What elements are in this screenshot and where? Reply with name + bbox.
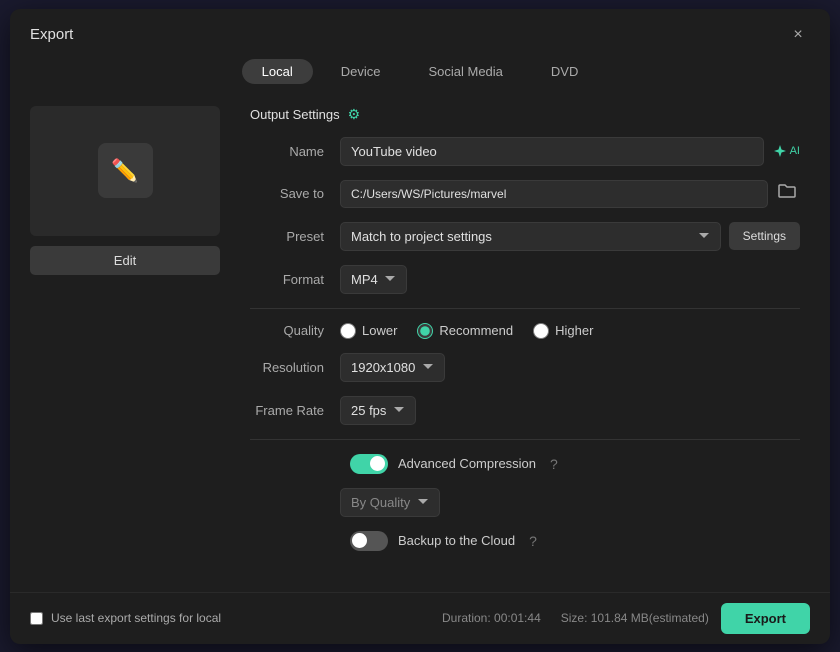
by-quality-select[interactable]: By Quality bbox=[340, 488, 440, 517]
quality-label: Quality bbox=[250, 323, 340, 338]
save-to-row: Save to bbox=[250, 180, 800, 208]
advanced-compression-label: Advanced Compression bbox=[398, 456, 536, 471]
quality-lower-label: Lower bbox=[362, 323, 397, 338]
advanced-compression-help-icon[interactable]: ? bbox=[550, 456, 558, 472]
tab-device[interactable]: Device bbox=[321, 59, 401, 84]
advanced-compression-row: Advanced Compression ? bbox=[250, 454, 800, 474]
pencil-icon: ✏️ bbox=[111, 158, 138, 184]
tab-social-media[interactable]: Social Media bbox=[408, 59, 522, 84]
output-settings-panel: Output Settings ⚙ Name AI Sa bbox=[250, 96, 810, 592]
preview-panel: ✏️ Edit bbox=[30, 96, 230, 592]
format-select[interactable]: MP4 bbox=[340, 265, 407, 294]
format-label: Format bbox=[250, 272, 340, 287]
quality-recommend[interactable]: Recommend bbox=[417, 323, 513, 339]
edit-icon-container: ✏️ bbox=[98, 143, 153, 198]
save-to-container bbox=[340, 180, 800, 208]
tab-dvd[interactable]: DVD bbox=[531, 59, 598, 84]
footer-info: Duration: 00:01:44 Size: 101.84 MB(estim… bbox=[233, 611, 709, 625]
backup-cloud-label: Backup to the Cloud bbox=[398, 533, 515, 548]
use-last-settings-check[interactable]: Use last export settings for local bbox=[30, 611, 221, 625]
dialog-header: Export × bbox=[10, 9, 830, 47]
quality-higher-radio[interactable] bbox=[533, 323, 549, 339]
quality-recommend-label: Recommend bbox=[439, 323, 513, 338]
edit-button[interactable]: Edit bbox=[30, 246, 220, 275]
backup-cloud-help-icon[interactable]: ? bbox=[529, 533, 537, 549]
size-info: Size: 101.84 MB(estimated) bbox=[561, 611, 709, 625]
output-settings-header: Output Settings ⚙ bbox=[250, 106, 800, 123]
resolution-row: Resolution 1920x1080 bbox=[250, 353, 800, 382]
quality-options: Lower Recommend Higher bbox=[340, 323, 800, 339]
quality-higher-label: Higher bbox=[555, 323, 593, 338]
toggle-slider bbox=[350, 454, 388, 474]
by-quality-container: By Quality bbox=[340, 488, 800, 517]
format-container: MP4 bbox=[340, 265, 800, 294]
backup-cloud-row: Backup to the Cloud ? bbox=[250, 531, 800, 551]
quality-recommend-radio[interactable] bbox=[417, 323, 433, 339]
preset-container: Match to project settings Settings bbox=[340, 222, 800, 251]
quality-lower-radio[interactable] bbox=[340, 323, 356, 339]
backup-cloud-toggle[interactable] bbox=[350, 531, 388, 551]
frame-rate-row: Frame Rate 25 fps bbox=[250, 396, 800, 425]
divider-1 bbox=[250, 308, 800, 309]
name-input-container: AI bbox=[340, 137, 800, 166]
ai-button[interactable]: AI bbox=[772, 143, 800, 159]
format-row: Format MP4 bbox=[250, 265, 800, 294]
main-content: ✏️ Edit Output Settings ⚙ Name bbox=[10, 96, 830, 592]
resolution-label: Resolution bbox=[250, 360, 340, 375]
name-label: Name bbox=[250, 144, 340, 159]
use-last-settings-checkbox[interactable] bbox=[30, 612, 43, 625]
name-row: Name AI bbox=[250, 137, 800, 166]
by-quality-row: By Quality bbox=[340, 488, 800, 517]
save-to-input[interactable] bbox=[340, 180, 768, 208]
export-button[interactable]: Export bbox=[721, 603, 810, 634]
resolution-select[interactable]: 1920x1080 bbox=[340, 353, 445, 382]
preset-row: Preset Match to project settings Setting… bbox=[250, 222, 800, 251]
preset-select[interactable]: Match to project settings bbox=[340, 222, 721, 251]
preview-thumbnail: ✏️ bbox=[30, 106, 220, 236]
backup-toggle-slider bbox=[350, 531, 388, 551]
folder-button[interactable] bbox=[774, 181, 800, 206]
tab-bar: Local Device Social Media DVD bbox=[10, 47, 830, 96]
output-settings-icon: ⚙ bbox=[348, 106, 361, 123]
footer: Use last export settings for local Durat… bbox=[10, 592, 830, 644]
preset-label: Preset bbox=[250, 229, 340, 244]
quality-lower[interactable]: Lower bbox=[340, 323, 397, 339]
close-button[interactable]: × bbox=[786, 23, 810, 47]
advanced-compression-toggle[interactable] bbox=[350, 454, 388, 474]
duration-info: Duration: 00:01:44 bbox=[442, 611, 541, 625]
save-to-label: Save to bbox=[250, 186, 340, 201]
quality-row: Quality Lower Recommend Higher bbox=[250, 323, 800, 339]
output-settings-title: Output Settings bbox=[250, 107, 340, 122]
settings-button[interactable]: Settings bbox=[729, 222, 800, 250]
frame-rate-select[interactable]: 25 fps bbox=[340, 396, 416, 425]
resolution-container: 1920x1080 bbox=[340, 353, 800, 382]
ai-label: AI bbox=[790, 145, 800, 157]
frame-rate-label: Frame Rate bbox=[250, 403, 340, 418]
divider-2 bbox=[250, 439, 800, 440]
use-last-settings-label: Use last export settings for local bbox=[51, 611, 221, 625]
quality-higher[interactable]: Higher bbox=[533, 323, 593, 339]
dialog-title: Export bbox=[30, 26, 73, 43]
frame-rate-container: 25 fps bbox=[340, 396, 800, 425]
name-input[interactable] bbox=[340, 137, 764, 166]
tab-local[interactable]: Local bbox=[242, 59, 313, 84]
export-dialog: Export × Local Device Social Media DVD ✏… bbox=[10, 9, 830, 644]
